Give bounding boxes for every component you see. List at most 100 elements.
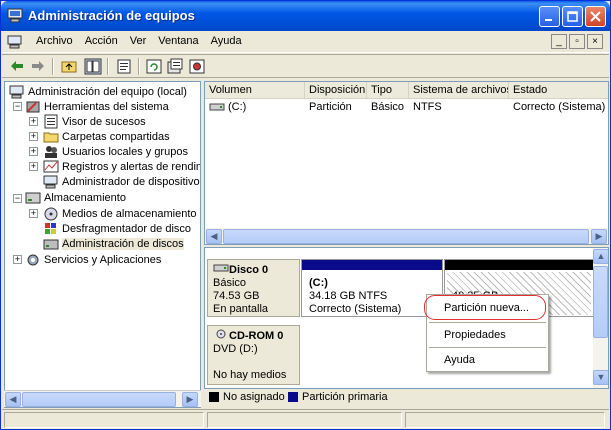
scroll-right-icon[interactable]: ▶ xyxy=(591,229,607,244)
primary-partition-swatch xyxy=(288,392,298,402)
tree-expander[interactable]: + xyxy=(13,255,22,264)
tree-item-servicios[interactable]: Servicios y Aplicaciones xyxy=(25,252,161,267)
table-row[interactable]: (C:) Partición Básico NTFS Correcto (Sis… xyxy=(205,100,608,115)
mdi-close-button[interactable]: × xyxy=(587,34,603,49)
disk-0-size: 74.53 GB xyxy=(213,290,260,302)
menu-ayuda[interactable]: Ayuda xyxy=(205,35,248,47)
column-volumen[interactable]: Volumen xyxy=(205,82,305,99)
partition-c[interactable]: (C:) 34.18 GB NTFS Correcto (Sistema) xyxy=(301,259,443,317)
disk-management-icon xyxy=(43,236,59,251)
menu-item-ayuda[interactable]: Ayuda xyxy=(427,350,548,370)
export-list-button[interactable] xyxy=(166,58,184,75)
defragmenter-icon xyxy=(43,221,59,236)
tree-item-usuarios[interactable]: Usuarios locales y grupos xyxy=(43,144,188,159)
scroll-thumb[interactable] xyxy=(22,392,176,407)
tree-expander[interactable]: + xyxy=(29,132,38,141)
toolbar-separator xyxy=(107,58,109,75)
column-sistema-archivos[interactable]: Sistema de archivos xyxy=(409,82,509,99)
storage-icon xyxy=(25,190,41,205)
tree-expander[interactable]: + xyxy=(29,209,38,218)
column-estado[interactable]: Estado xyxy=(509,82,608,99)
menu-accion[interactable]: Acción xyxy=(79,35,124,47)
device-manager-icon xyxy=(43,174,59,189)
up-folder-button[interactable] xyxy=(60,58,78,75)
scroll-left-icon[interactable]: ◀ xyxy=(5,392,21,407)
minimize-button[interactable] xyxy=(539,6,560,27)
tree-item-visor[interactable]: Visor de sucesos xyxy=(43,114,146,129)
tree-item-herramientas[interactable]: Herramientas del sistema xyxy=(25,99,169,114)
properties-button[interactable] xyxy=(115,58,133,75)
mdi-buttons: _ ▫ × xyxy=(551,34,603,49)
tree-expander[interactable]: + xyxy=(29,117,38,126)
tree-item-admin-discos[interactable]: Administración de discos xyxy=(43,236,184,251)
status-panel xyxy=(405,412,605,428)
cdrom-0-label[interactable]: CD-ROM 0 DVD (D:) No hay medios xyxy=(207,325,300,385)
column-disposicion[interactable]: Disposición xyxy=(305,82,367,99)
scroll-thumb[interactable] xyxy=(223,229,589,244)
tree-item-carpetas[interactable]: Carpetas compartidas xyxy=(43,129,170,144)
tree-item-medios[interactable]: Medios de almacenamiento e xyxy=(43,206,200,221)
status-panel xyxy=(207,412,402,428)
tree-expander[interactable]: − xyxy=(13,102,22,111)
tree-horizontal-scrollbar[interactable]: ◀ ▶ xyxy=(4,390,201,407)
title-bar[interactable]: Administración de equipos xyxy=(1,1,610,31)
menu-item-propiedades[interactable]: Propiedades xyxy=(427,325,548,345)
tree-expander[interactable]: − xyxy=(13,194,22,203)
disk-0-label[interactable]: Disco 0 Básico 74.53 GB En pantalla xyxy=(207,259,300,317)
properties-icon xyxy=(117,59,131,74)
menu-archivo[interactable]: Archivo xyxy=(30,35,79,47)
tree-item-root[interactable]: Administración del equipo (local) xyxy=(9,84,187,99)
scroll-up-icon[interactable]: ▲ xyxy=(593,249,608,264)
forward-button[interactable] xyxy=(29,58,47,75)
disk-0-type: Básico xyxy=(213,277,247,289)
column-tipo[interactable]: Tipo xyxy=(367,82,409,99)
shared-folder-icon xyxy=(43,129,59,144)
close-icon xyxy=(590,11,601,22)
scroll-down-icon[interactable]: ▼ xyxy=(593,370,608,385)
close-button[interactable] xyxy=(585,6,606,27)
show-tree-button[interactable] xyxy=(84,58,102,75)
title-buttons xyxy=(539,6,606,27)
minimize-icon xyxy=(545,19,552,21)
restore-icon: ▫ xyxy=(575,35,579,47)
refresh-button[interactable] xyxy=(145,58,163,75)
tree-item-admin-disp[interactable]: Administrador de dispositivos xyxy=(43,174,200,189)
computer-management-window: Administración de equipos Archivo Acción… xyxy=(0,0,611,430)
cell-sistema-archivos: NTFS xyxy=(413,101,442,113)
context-menu: Partición nueva... Propiedades Ayuda xyxy=(426,294,549,372)
maximize-button[interactable] xyxy=(562,6,583,27)
primary-partition-bar xyxy=(302,260,442,270)
system-menu-icon[interactable] xyxy=(7,35,23,49)
help-button[interactable] xyxy=(188,58,206,75)
settings-icon xyxy=(189,59,205,74)
legend: No asignado Partición primaria xyxy=(204,389,609,407)
menu-item-particion-nueva[interactable]: Partición nueva... xyxy=(427,298,548,318)
disk-view-vertical-scrollbar[interactable]: ▲ ▼ xyxy=(593,248,608,388)
back-button[interactable] xyxy=(8,58,26,75)
menu-ver[interactable]: Ver xyxy=(124,35,153,47)
tree-item-almacenamiento[interactable]: Almacenamiento xyxy=(25,190,126,205)
mdi-restore-button[interactable]: ▫ xyxy=(569,34,585,49)
status-bar xyxy=(2,409,609,429)
tree-item-desfrag[interactable]: Desfragmentador de disco xyxy=(43,221,191,236)
computer-management-icon xyxy=(9,84,25,99)
tree-expander[interactable]: + xyxy=(29,147,38,156)
menu-separator xyxy=(429,347,546,348)
scroll-left-icon[interactable]: ◀ xyxy=(206,229,222,244)
disk-0-status: En pantalla xyxy=(213,303,269,315)
tree-item-registros[interactable]: Registros y alertas de rendim xyxy=(43,159,200,174)
mdi-minimize-button[interactable]: _ xyxy=(551,34,567,49)
status-panel xyxy=(4,412,204,428)
tree-expander[interactable]: + xyxy=(29,162,38,171)
menu-ventana[interactable]: Ventana xyxy=(152,35,204,47)
volume-list: Volumen Disposición Tipo Sistema de arch… xyxy=(204,81,609,245)
list-horizontal-scrollbar[interactable]: ◀ ▶ xyxy=(205,228,608,244)
cell-tipo: Básico xyxy=(371,101,405,113)
disk-0-name: Disco 0 xyxy=(229,264,269,276)
menu-bar: Archivo Acción Ver Ventana Ayuda _ ▫ × xyxy=(2,32,609,53)
cdrom-0-status: No hay medios xyxy=(213,369,287,381)
console-tree: Administración del equipo (local) − Herr… xyxy=(4,81,201,408)
scroll-thumb[interactable] xyxy=(593,266,608,338)
scroll-right-icon[interactable]: ▶ xyxy=(182,392,198,407)
cdrom-icon xyxy=(213,329,229,342)
